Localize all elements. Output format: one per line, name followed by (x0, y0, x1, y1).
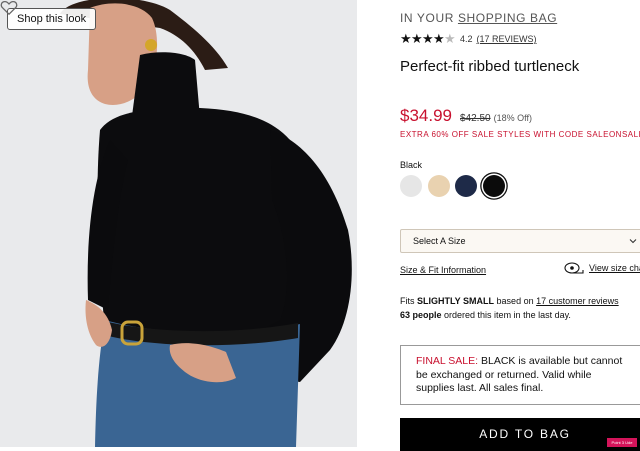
people-suffix: ordered this item in the last day. (444, 310, 571, 320)
star-icon: ★ (411, 31, 423, 46)
star-partial-icon: ★ (444, 31, 456, 46)
final-sale-notice: FINAL SALE: BLACK is available but canno… (400, 345, 640, 405)
bag-prefix: IN YOUR (400, 11, 454, 25)
in-bag-notice: IN YOUR SHOPPING BAG (400, 11, 557, 25)
add-to-bag-button[interactable]: ADD TO BAG (400, 418, 640, 451)
selected-color-label: Black (400, 160, 423, 170)
original-price: $42.50 (460, 113, 491, 124)
final-sale-line3: supplies last. All sales final. (416, 382, 544, 394)
model-illustration (0, 0, 357, 447)
star-rating: ★ ★ ★ ★ ★ (400, 31, 456, 46)
size-select-placeholder: Select A Size (413, 236, 466, 246)
product-photo[interactable]: Shop this look (0, 0, 357, 447)
star-icon: ★ (400, 31, 412, 46)
product-details: IN YOUR SHOPPING BAG ★ ★ ★ ★ ★ 4.2 (17 R… (357, 0, 640, 451)
product-title: Perfect-fit ribbed turtleneck (400, 58, 580, 75)
shopping-bag-link[interactable]: SHOPPING BAG (458, 11, 557, 25)
size-select[interactable]: Select A Size (400, 229, 640, 253)
tape-measure-icon (564, 262, 584, 274)
final-sale-line2: be exchanged or returned. Valid while (416, 368, 592, 381)
fits-middle: based on (496, 296, 534, 306)
swatch-white[interactable] (400, 175, 422, 197)
discount-percent: (18% Off) (493, 113, 532, 123)
price-row: $34.99 $42.50 (18% Off) (400, 106, 532, 126)
fits-value: SLIGHTLY SMALL (417, 296, 495, 306)
corner-badge: Point 3 Ude (607, 438, 637, 447)
size-chart-link[interactable]: View size cha (564, 262, 640, 274)
size-fit-info-link[interactable]: Size & Fit Information (400, 265, 486, 275)
promo-message: EXTRA 60% OFF SALE STYLES WITH CODE SALE… (400, 130, 640, 139)
final-sale-line1: BLACK is available but cannot (480, 355, 623, 367)
size-chart-label: View size cha (589, 263, 640, 273)
rating-row: ★ ★ ★ ★ ★ 4.2 (17 REVIEWS) (400, 32, 537, 46)
chevron-down-icon (629, 239, 637, 244)
people-count: 63 people (400, 310, 442, 320)
star-icon: ★ (422, 31, 434, 46)
swatch-beige[interactable] (427, 175, 450, 197)
rating-value: 4.2 (460, 34, 473, 44)
customer-reviews-link[interactable]: 17 customer reviews (536, 296, 619, 306)
sale-price: $34.99 (400, 106, 452, 125)
color-swatches (400, 175, 510, 197)
final-sale-label: FINAL SALE: (416, 355, 479, 367)
fit-summary: Fits SLIGHTLY SMALL based on 17 customer… (400, 294, 619, 322)
reviews-link[interactable]: (17 REVIEWS) (477, 34, 537, 44)
star-icon: ★ (433, 31, 445, 46)
swatch-black[interactable] (482, 175, 505, 197)
swatch-navy[interactable] (455, 175, 477, 197)
heart-outline-icon[interactable] (0, 0, 18, 16)
shop-this-look-button[interactable]: Shop this look (7, 8, 97, 30)
fits-prefix: Fits (400, 296, 415, 306)
